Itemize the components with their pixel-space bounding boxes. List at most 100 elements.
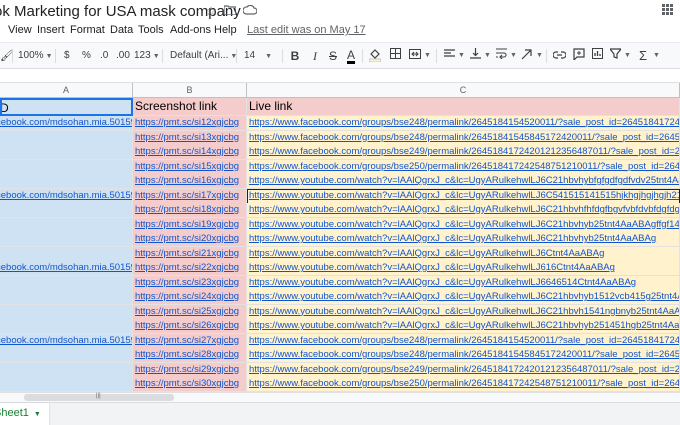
text-rotation-icon[interactable]: [520, 48, 534, 64]
cell-link[interactable]: https://www.youtube.com/watch?v=lAAlQgrx…: [249, 190, 679, 201]
cell-a[interactable]: [0, 348, 133, 363]
cell-c[interactable]: https://www.youtube.com/watch?v=lAAlQgrx…: [247, 246, 680, 262]
cell-a[interactable]: cebook.com/mdsohan.mia.501598: [0, 188, 133, 204]
chevron-down-icon[interactable]: ▼: [653, 52, 660, 59]
cell-a[interactable]: [0, 304, 133, 320]
cell-c[interactable]: https://www.youtube.com/watch?v=lAAlQgrx…: [247, 232, 680, 247]
cell-link[interactable]: cebook.com/mdsohan.mia.501598: [0, 262, 132, 273]
font-family-select[interactable]: Default (Ari... ▼: [170, 48, 237, 64]
move-folder-icon[interactable]: [223, 4, 237, 18]
cell-b[interactable]: https://pmt.sc/si21xgjcbg: [133, 246, 247, 262]
merge-cells-icon[interactable]: [408, 48, 422, 64]
cell-link[interactable]: https://www.facebook.com/groups/bse249/p…: [249, 146, 679, 157]
cell-c[interactable]: https://www.facebook.com/groups/bse249/p…: [247, 362, 680, 378]
cell-b[interactable]: https://pmt.sc/si22xgjcbg: [133, 261, 247, 276]
cell-b[interactable]: https://pmt.sc/si15xgjcbg: [133, 159, 247, 175]
fill-color-icon[interactable]: [368, 48, 382, 64]
cell-link[interactable]: https://www.youtube.com/watch?v=lAAlQgrx…: [249, 291, 679, 302]
cell-b[interactable]: https://pmt.sc/si24xgjcbg: [133, 290, 247, 305]
cell-c[interactable]: https://www.youtube.com/watch?v=lAAlQgrx…: [247, 304, 680, 320]
cell-link[interactable]: https://www.facebook.com/groups/bse248/p…: [249, 132, 679, 143]
cell-c[interactable]: https://www.youtube.com/watch?v=lAAlQgrx…: [247, 174, 680, 189]
bold-button[interactable]: B: [288, 48, 302, 64]
sheet-tab-sheet1[interactable]: Sheet1 ▼: [0, 403, 49, 425]
header-cell-a[interactable]: D: [0, 98, 133, 116]
star-icon[interactable]: ☆: [204, 4, 218, 18]
cell-link[interactable]: https://www.facebook.com/groups/bse250/p…: [249, 161, 679, 172]
cell-a[interactable]: [0, 130, 133, 146]
chevron-down-icon[interactable]: ▼: [624, 52, 631, 59]
cell-b[interactable]: https://pmt.sc/si13xgjcbg: [133, 130, 247, 146]
functions-icon[interactable]: Σ: [636, 48, 650, 64]
cloud-status-icon[interactable]: [242, 4, 258, 18]
cell-b[interactable]: https://pmt.sc/si14xgjcbg: [133, 145, 247, 160]
cell-link[interactable]: https://pmt.sc/si26xgjcbg: [135, 320, 239, 331]
column-header-a[interactable]: A: [0, 83, 133, 98]
chevron-down-icon[interactable]: ▼: [510, 52, 517, 59]
menu-data[interactable]: Data: [110, 24, 133, 36]
cell-link[interactable]: https://pmt.sc/si28xgjcbg: [135, 349, 239, 360]
cell-a[interactable]: [0, 232, 133, 247]
menu-insert[interactable]: Insert: [37, 24, 65, 36]
increase-decimal-button[interactable]: .00: [116, 48, 130, 64]
menu-addons[interactable]: Add-ons: [170, 24, 211, 36]
cell-link[interactable]: https://pmt.sc/si24xgjcbg: [135, 291, 239, 302]
vertical-align-icon[interactable]: [468, 48, 482, 64]
cell-link[interactable]: https://www.facebook.com/groups/bse248/p…: [249, 349, 679, 360]
cell-b[interactable]: https://pmt.sc/si23xgjcbg: [133, 275, 247, 291]
cell-b[interactable]: https://pmt.sc/si12xgjcbg: [133, 116, 247, 131]
column-header-c[interactable]: C: [247, 83, 680, 98]
cell-a[interactable]: [0, 275, 133, 291]
horizontal-align-icon[interactable]: [442, 48, 456, 64]
strikethrough-button[interactable]: S: [326, 48, 340, 64]
horizontal-scrollbar[interactable]: |||: [0, 392, 680, 402]
font-size-select[interactable]: 14 ▼: [244, 48, 272, 64]
cell-b[interactable]: https://pmt.sc/si25xgjcbg: [133, 304, 247, 320]
cell-b[interactable]: https://pmt.sc/si18xgjcbg: [133, 203, 247, 218]
header-cell-live-link[interactable]: Live link: [247, 98, 680, 116]
cell-c[interactable]: https://www.youtube.com/watch?v=lAAlQgrx…: [247, 188, 680, 204]
cell-link[interactable]: https://pmt.sc/si14xgjcbg: [135, 146, 239, 157]
cell-c[interactable]: https://www.youtube.com/watch?v=lAAlQgrx…: [247, 290, 680, 305]
apps-grid-icon[interactable]: [662, 4, 674, 16]
text-color-button[interactable]: A: [344, 48, 358, 64]
cell-a[interactable]: cebook.com/mdsohan.mia.501598: [0, 261, 133, 276]
percent-format-button[interactable]: %: [82, 48, 91, 64]
cell-b[interactable]: https://pmt.sc/si30xgjcbg: [133, 377, 247, 392]
cell-b[interactable]: https://pmt.sc/si28xgjcbg: [133, 348, 247, 363]
cell-link[interactable]: https://www.youtube.com/watch?v=lAAlQgrx…: [249, 277, 636, 288]
cell-link[interactable]: https://www.youtube.com/watch?v=lAAlQgrx…: [249, 306, 679, 317]
cell-c[interactable]: https://www.youtube.com/watch?v=lAAlQgrx…: [247, 319, 680, 334]
cell-b[interactable]: https://pmt.sc/si17xgjcbg: [133, 188, 247, 204]
cell-link[interactable]: https://www.facebook.com/groups/bse250/p…: [249, 378, 679, 389]
cell-c[interactable]: https://www.facebook.com/groups/bse250/p…: [247, 159, 680, 175]
insert-link-icon[interactable]: [551, 48, 567, 64]
cell-c[interactable]: https://www.youtube.com/watch?v=lAAlQgrx…: [247, 203, 680, 218]
header-cell-screenshot-link[interactable]: Screenshot link: [133, 98, 247, 116]
cell-a[interactable]: cebook.com/mdsohan.mia.501598: [0, 116, 133, 131]
cell-link[interactable]: https://pmt.sc/si15xgjcbg: [135, 161, 239, 172]
cell-link[interactable]: https://pmt.sc/si27xgjcbg: [135, 335, 239, 346]
cell-a[interactable]: [0, 203, 133, 218]
italic-button[interactable]: I: [308, 48, 322, 64]
cell-c[interactable]: https://www.facebook.com/groups/bse248/p…: [247, 116, 680, 131]
cell-b[interactable]: https://pmt.sc/si19xgjcbg: [133, 217, 247, 233]
cell-link[interactable]: https://pmt.sc/si22xgjcbg: [135, 262, 239, 273]
chevron-down-icon[interactable]: ▼: [458, 52, 465, 59]
cell-link[interactable]: https://www.youtube.com/watch?v=lAAlQgrx…: [249, 175, 679, 186]
cell-link[interactable]: https://www.youtube.com/watch?v=lAAlQgrx…: [249, 233, 656, 244]
cell-link[interactable]: cebook.com/mdsohan.mia.501598: [0, 117, 132, 128]
chevron-down-icon[interactable]: ▼: [536, 52, 543, 59]
cell-link[interactable]: https://www.youtube.com/watch?v=lAAlQgrx…: [249, 204, 679, 215]
menu-tools[interactable]: Tools: [138, 24, 164, 36]
cell-link[interactable]: https://pmt.sc/si30xgjcbg: [135, 378, 239, 389]
cell-link[interactable]: https://www.youtube.com/watch?v=lAAlQgrx…: [249, 219, 679, 230]
cell-c[interactable]: https://www.youtube.com/watch?v=lAAlQgrx…: [247, 275, 680, 291]
chevron-down-icon[interactable]: ▼: [424, 52, 431, 59]
cell-a[interactable]: [0, 377, 133, 392]
zoom-select[interactable]: 100% ▼: [18, 48, 53, 64]
cell-a[interactable]: [0, 145, 133, 160]
last-edit-link[interactable]: Last edit was on May 17: [247, 24, 366, 36]
cell-link[interactable]: https://www.facebook.com/groups/bse249/p…: [249, 364, 679, 375]
cell-c[interactable]: https://www.youtube.com/watch?v=lAAlQgrx…: [247, 261, 680, 276]
